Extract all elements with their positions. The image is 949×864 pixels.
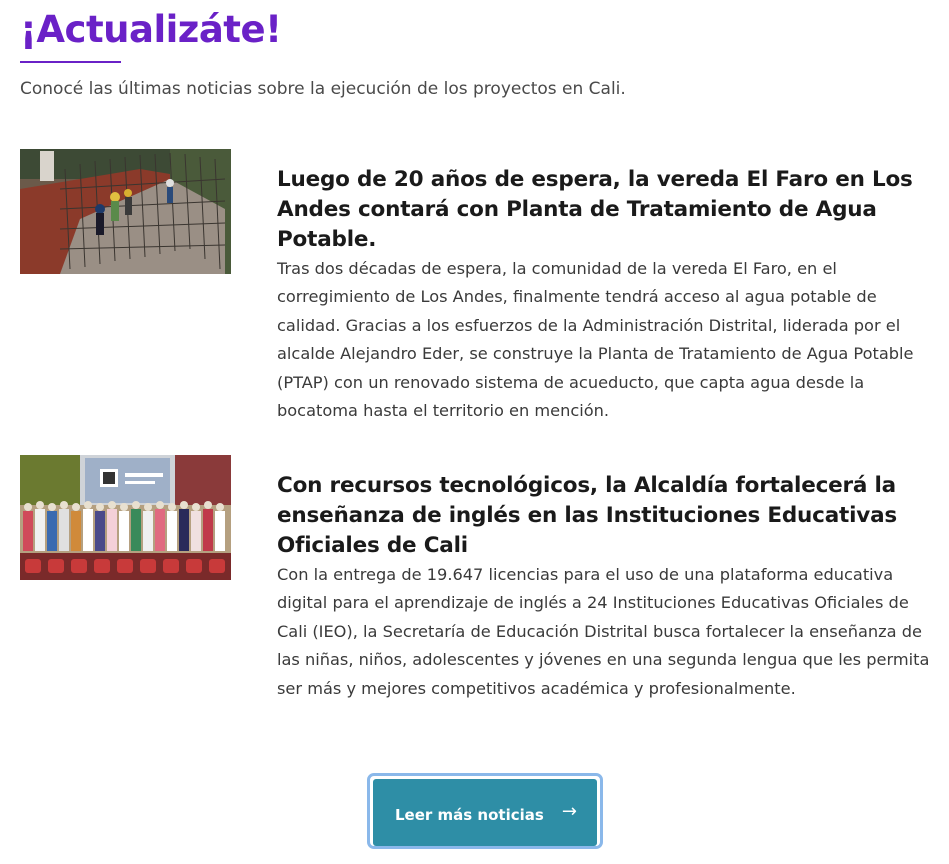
news-title[interactable]: Luego de 20 años de espera, la vereda El… (277, 165, 933, 255)
section-subtitle: Conocé las últimas noticias sobre la eje… (20, 79, 626, 99)
more-news-button-focus-ring: Leer más noticias → (367, 773, 603, 849)
news-image-construction[interactable] (20, 149, 231, 274)
more-news-button[interactable]: Leer más noticias → (373, 779, 597, 846)
news-title[interactable]: Con recursos tecnológicos, la Alcaldía f… (277, 471, 933, 561)
news-text: Luego de 20 años de espera, la vereda El… (277, 165, 933, 425)
section-title: ¡Actualizáte! (20, 8, 282, 51)
news-image-group-photo[interactable] (20, 455, 231, 580)
news-summary: Tras dos décadas de espera, la comunidad… (277, 259, 914, 421)
more-news-button-label: Leer más noticias (395, 806, 544, 824)
arrow-right-icon: → (561, 801, 577, 822)
news-text: Con recursos tecnológicos, la Alcaldía f… (277, 471, 933, 703)
title-underline (20, 61, 121, 63)
news-summary: Con la entrega de 19.647 licencias para … (277, 565, 930, 698)
